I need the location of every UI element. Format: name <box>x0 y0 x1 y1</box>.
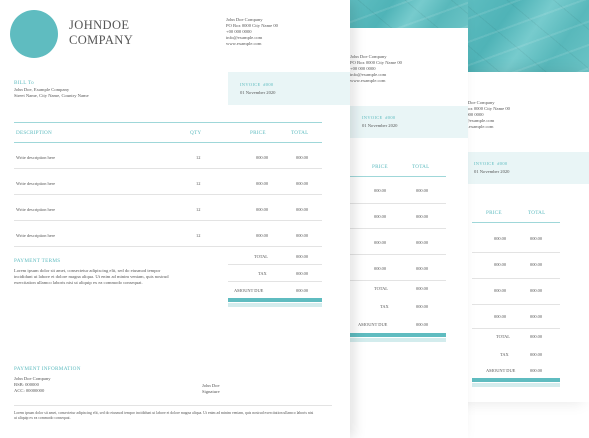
payment-terms-label: PAYMENT TERMS <box>14 258 61 264</box>
payment-info-label: PAYMENT INFORMATION <box>14 366 81 372</box>
contact-block: John Doe Company PO Box 0000 City Name 0… <box>350 54 402 83</box>
logo-circle <box>10 10 58 58</box>
invoice-box: INVOICE #000 01 November 2020 <box>452 152 589 184</box>
col-total: TOTAL <box>412 164 430 170</box>
payment-terms-text: Lorem ipsum dolor sit amet, consectetur … <box>14 268 169 285</box>
amount-due-label: AMOUNT DUE <box>234 288 264 293</box>
payment-info-block: John Doe Company BSB: 000000 ACC: 000000… <box>14 376 51 393</box>
tax-label: TAX <box>258 271 267 276</box>
bill-to-label: BILL To <box>14 80 35 86</box>
col-price: PRICE <box>486 210 502 216</box>
total-value: 000.00 <box>296 254 309 259</box>
invoice-sheet-front: JOHNDOE COMPANY John Doe Company PO Box … <box>0 0 350 438</box>
marble-header <box>452 0 589 72</box>
contact-block: John Doe Company PO Box 0000 City Name 0… <box>226 17 278 46</box>
total-label: TOTAL <box>254 254 268 259</box>
invoice-sheet-back-1: John Doe Company PO Box 0000 City Name 0… <box>452 72 589 402</box>
col-total: TOTAL <box>528 210 546 216</box>
col-qty: QTY <box>190 130 202 136</box>
invoice-title: INVOICE #000 <box>240 82 274 87</box>
footer-text: Lorem ipsum dolor sit amet, consectetur … <box>14 411 314 420</box>
col-price: PRICE <box>250 130 266 136</box>
col-description: DESCRIPTION <box>16 130 52 136</box>
col-total: TOTAL <box>291 130 309 136</box>
col-price: PRICE <box>372 164 388 170</box>
bill-to-block: BILL To John Doe, Example Company Street… <box>14 80 89 99</box>
amount-due-value: 000.00 <box>296 288 309 293</box>
invoice-box: INVOICE #000 01 November 2020 <box>344 106 468 138</box>
marble-header <box>344 0 468 28</box>
invoice-date: 01 November 2020 <box>240 90 276 95</box>
signature-block: John Doe Signature <box>202 383 220 394</box>
invoice-sheet-middle: John Doe Company PO Box 0000 City Name 0… <box>344 0 468 438</box>
company-name: JOHNDOE COMPANY <box>69 18 134 47</box>
amount-due-bar <box>228 298 322 302</box>
invoice-box: INVOICE #000 01 November 2020 <box>228 72 350 105</box>
bill-to-street: Street Name, City Name, Country Name <box>14 93 89 98</box>
tax-value: 000.00 <box>296 271 309 276</box>
